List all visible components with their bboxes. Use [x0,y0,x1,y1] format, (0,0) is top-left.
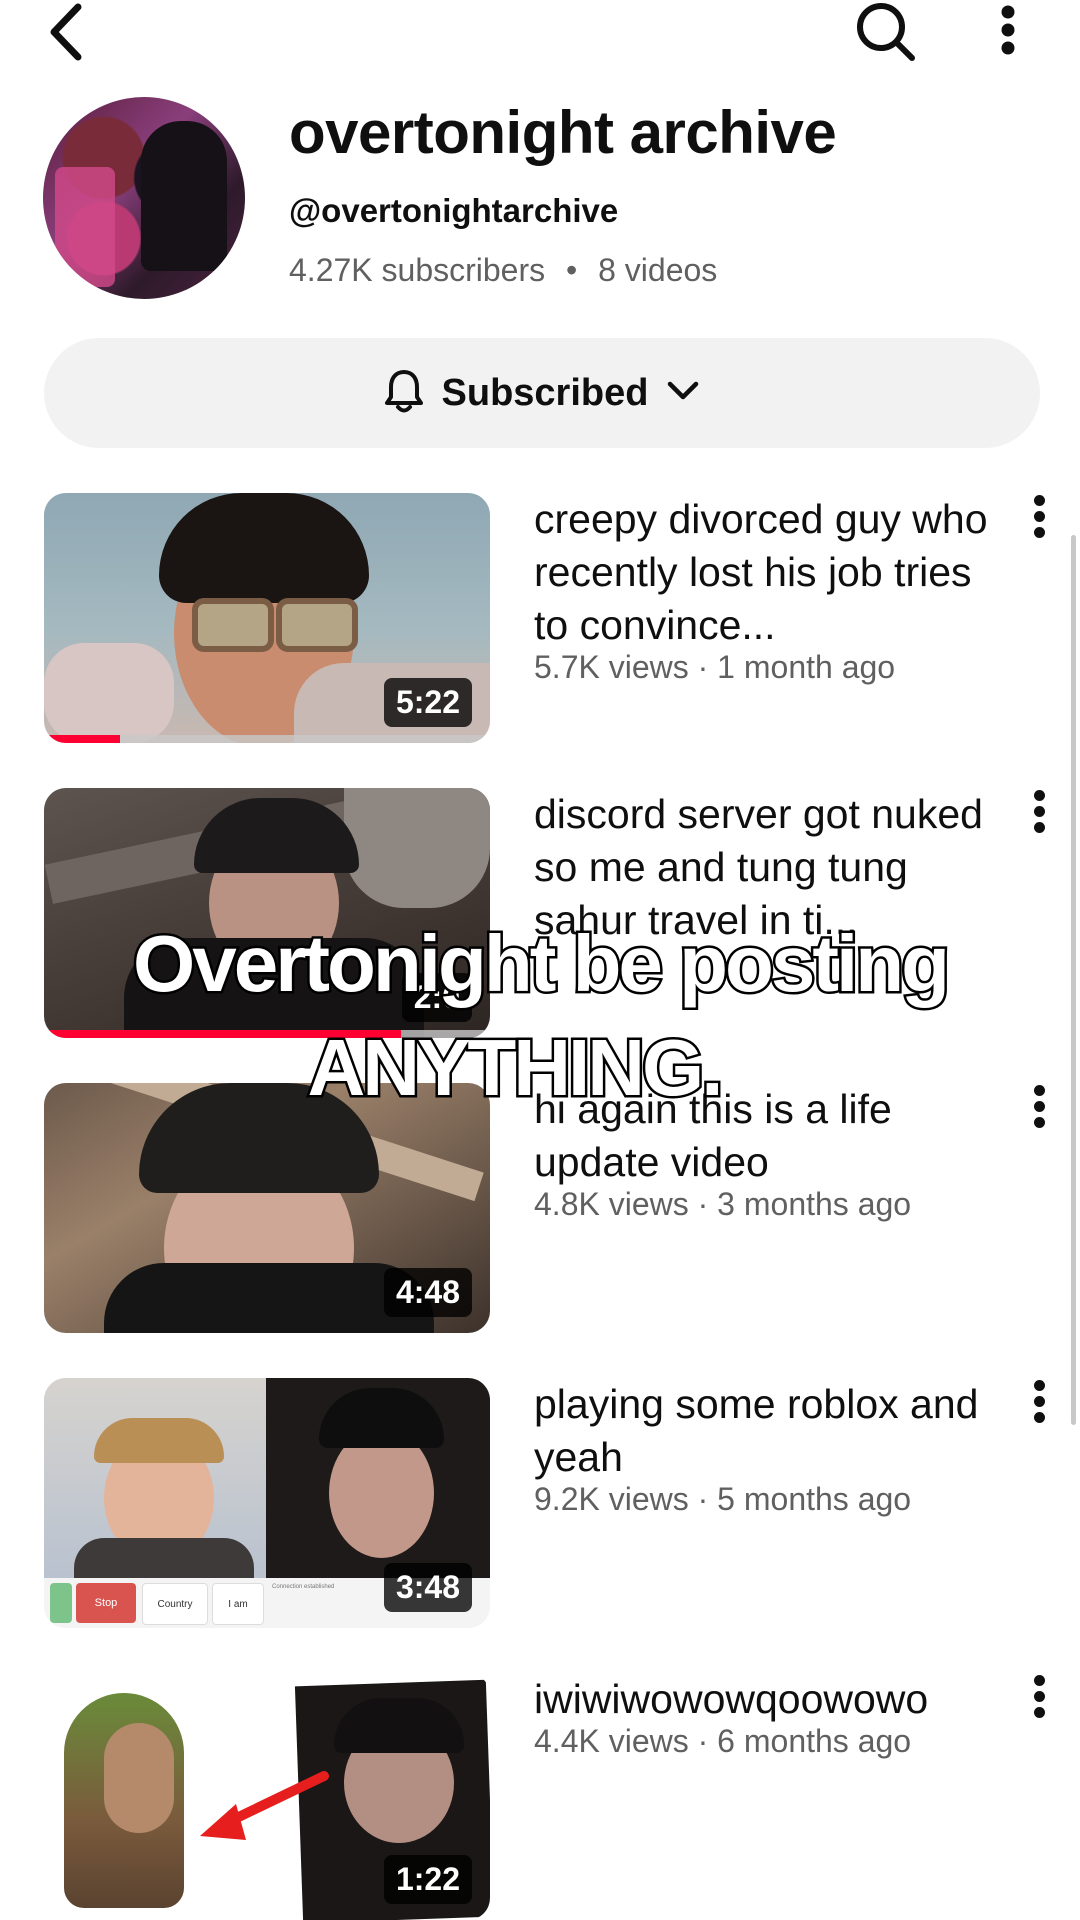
video-item[interactable]: 5:22 creepy divorced guy who recently lo… [0,493,1080,753]
channel-name: overtonight archive [289,99,837,166]
arrow-icon [200,1771,329,1840]
stats-separator: • [566,252,578,288]
top-app-bar [0,0,1080,70]
video-duration: 5:22 [383,678,472,727]
video-item[interactable]: 1:22 iwiwiwowowqoowowo 4.4K views · 6 mo… [0,1673,1080,1920]
video-title[interactable]: creepy divorced guy who recently lost hi… [534,493,1004,652]
video-more-icon[interactable] [1030,1675,1050,1719]
subscribed-label: Subscribed [441,371,649,414]
video-meta: 9.2K views · 5 months ago [534,1481,912,1517]
more-vert-icon[interactable] [996,4,1020,56]
video-meta: 4.8K views · 3 months ago [534,1186,912,1222]
video-more-icon[interactable] [1030,1380,1050,1424]
video-more-icon[interactable] [1030,495,1050,539]
video-thumbnail[interactable]: Stop Country I am Connection established… [44,1378,490,1628]
watch-progress-fill [44,735,120,743]
overlay-caption-line1: Overtonight be posting [131,917,953,1011]
avatar-art [55,167,115,287]
video-more-icon[interactable] [1030,790,1050,834]
video-thumbnail[interactable]: 4:48 [44,1083,490,1333]
video-meta: 4.4K views · 6 months ago [534,1723,912,1759]
thumb-stop-label: Stop [76,1583,136,1623]
video-thumbnail[interactable]: 5:22 [44,493,490,743]
thumb-status-label: Connection established [272,1584,335,1590]
video-count: 8 videos [598,252,718,288]
back-arrow-icon[interactable] [38,0,94,64]
channel-avatar[interactable] [43,97,245,299]
subscribed-button[interactable]: Subscribed [44,338,1040,448]
video-duration: 1:22 [383,1855,472,1904]
channel-handle: @overtonightarchive [289,192,619,229]
avatar-figure [141,121,227,271]
video-duration: 4:48 [383,1268,472,1317]
video-meta: 5.7K views · 1 month ago [534,649,896,685]
overlay-caption-line2: ANYTHING. [305,1021,726,1115]
thumb-iam-label: I am [212,1583,264,1625]
video-item[interactable]: Stop Country I am Connection established… [0,1378,1080,1638]
subscriber-count: 4.27K subscribers [289,252,546,288]
video-item[interactable]: 4:48 hi again this is a life update vide… [0,1083,1080,1343]
channel-stats: 4.27K subscribers • 8 videos [289,252,717,289]
thumb-country-label: Country [142,1583,208,1625]
search-icon[interactable] [852,0,920,64]
video-title[interactable]: iwiwiwowowqoowowo [534,1673,1004,1726]
video-title[interactable]: playing some roblox and yeah [534,1378,1004,1484]
video-thumbnail[interactable]: 1:22 [44,1673,490,1920]
watch-progress-track [44,735,490,743]
video-duration: 3:48 [383,1563,472,1612]
bell-icon [384,368,424,419]
chevron-down-icon [666,380,700,407]
